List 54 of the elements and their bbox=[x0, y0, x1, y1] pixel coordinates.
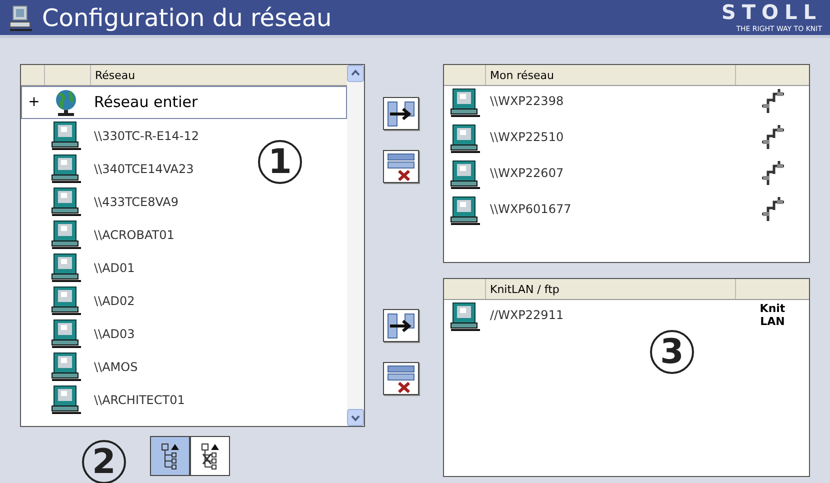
callout-number: 2 bbox=[82, 440, 126, 483]
globe-icon bbox=[53, 88, 79, 116]
view-toggle-button[interactable] bbox=[150, 436, 190, 476]
computer-icon bbox=[449, 302, 481, 332]
computer-icon bbox=[50, 154, 82, 184]
computer-icon bbox=[50, 186, 82, 216]
computer-icon bbox=[50, 220, 82, 250]
computer-icon bbox=[50, 352, 82, 382]
callout-number: 1 bbox=[258, 140, 302, 184]
computer-icon bbox=[449, 124, 481, 154]
network-item[interactable]: + Réseau entier bbox=[21, 86, 347, 119]
brand-logo: STOLL bbox=[721, 2, 822, 22]
network-item[interactable]: \\330TC-R-E14-12 bbox=[21, 119, 208, 152]
scroll-up-icon[interactable] bbox=[347, 65, 364, 82]
network-item[interactable]: \\340TCE14VA23 bbox=[21, 152, 203, 185]
computer-icon bbox=[50, 120, 82, 150]
add-button[interactable] bbox=[383, 309, 419, 342]
window-title: Configuration du réseau bbox=[42, 6, 332, 30]
network-icon bbox=[760, 124, 786, 150]
computer-icon bbox=[50, 252, 82, 282]
tree-cross-icon bbox=[200, 442, 220, 470]
network-item[interactable]: \\AD01 bbox=[21, 251, 144, 284]
computer-icon bbox=[449, 196, 481, 226]
network-item[interactable]: \\AMOS bbox=[21, 350, 147, 383]
callout-number: 3 bbox=[650, 330, 694, 374]
network-icon bbox=[760, 88, 786, 114]
column-header: Mon réseau bbox=[486, 65, 736, 85]
tree-icon bbox=[160, 442, 180, 470]
column-header: KnitLAN / ftp bbox=[486, 279, 736, 299]
network-row[interactable]: \\WXP22510 bbox=[444, 122, 809, 158]
computer-icon bbox=[50, 318, 82, 348]
network-item[interactable]: \\433TCE8VA9 bbox=[21, 185, 188, 218]
view-toggle-button[interactable] bbox=[190, 436, 230, 476]
column-header: Réseau bbox=[94, 68, 136, 84]
computer-icon bbox=[449, 88, 481, 118]
network-item[interactable]: \\ARCHITECT01 bbox=[21, 383, 194, 416]
connection-type: Knit LAN bbox=[758, 302, 786, 328]
network-item[interactable]: \\ACROBAT01 bbox=[21, 218, 184, 251]
computer-icon bbox=[50, 384, 82, 414]
add-button[interactable] bbox=[383, 97, 419, 130]
network-row[interactable]: \\WXP22398 bbox=[444, 86, 809, 122]
remove-button[interactable] bbox=[383, 362, 419, 395]
network-icon bbox=[760, 160, 786, 186]
expand-toggle: + bbox=[28, 92, 40, 113]
computer-icon bbox=[449, 160, 481, 190]
remove-button[interactable] bbox=[383, 150, 419, 183]
network-item[interactable]: \\AD03 bbox=[21, 317, 144, 350]
computer-icon bbox=[50, 286, 82, 316]
network-row[interactable]: \\WXP22607 bbox=[444, 158, 809, 194]
scroll-down-icon[interactable] bbox=[347, 409, 364, 426]
network-item[interactable]: \\AD02 bbox=[21, 284, 144, 317]
network-row[interactable]: \\WXP601677 bbox=[444, 194, 809, 230]
network-icon bbox=[760, 196, 786, 222]
computer-icon bbox=[8, 4, 34, 32]
